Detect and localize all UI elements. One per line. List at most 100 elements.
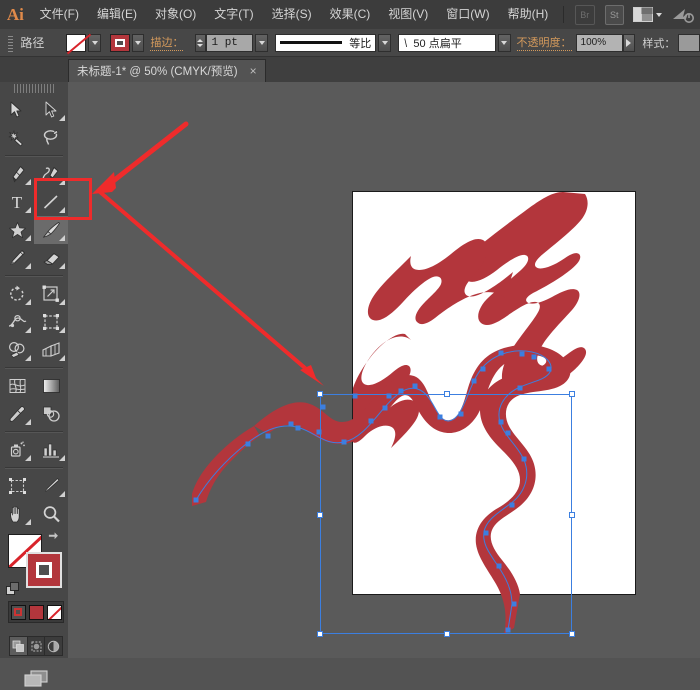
menu-select[interactable]: 选择(S): [263, 0, 321, 29]
menu-edit[interactable]: 编辑(E): [88, 0, 146, 29]
workspace-switcher[interactable]: [633, 7, 662, 22]
free-transform-tool[interactable]: [34, 308, 68, 336]
tool-group-corner-icon: [25, 179, 31, 185]
menu-help[interactable]: 帮助(H): [499, 0, 558, 29]
tool-group-corner-icon: [25, 207, 31, 213]
stroke-dropdown-button[interactable]: [132, 34, 145, 52]
default-fill-stroke-button[interactable]: [6, 582, 21, 597]
rotate-tool[interactable]: [0, 280, 34, 308]
direct-selection-arrow-icon: [43, 101, 59, 119]
tool-group-corner-icon: [59, 491, 65, 497]
pen-tool[interactable]: [0, 160, 34, 188]
tools-divider: [5, 367, 63, 369]
selection-type-label: 路径: [20, 34, 44, 51]
brush-label: 50 点扁平: [413, 35, 461, 51]
tools-divider: [5, 275, 63, 277]
control-bar-grip[interactable]: [8, 34, 13, 52]
pencil-tool[interactable]: [0, 244, 34, 272]
drawing-mode-row: [9, 636, 63, 656]
stroke-swatch-large[interactable]: [26, 552, 62, 588]
draw-behind-icon: [30, 640, 43, 653]
slice-knife-icon: [42, 477, 61, 495]
graphic-style-swatch[interactable]: [678, 34, 700, 52]
menu-type[interactable]: 文字(T): [205, 0, 262, 29]
magic-wand-icon: [8, 129, 26, 147]
zoom-magnifier-icon: [42, 505, 61, 524]
stroke-profile-label: 等比: [349, 35, 371, 51]
opacity-dropdown-button[interactable]: [623, 34, 636, 52]
tool-group-corner-icon: [25, 419, 31, 425]
cc-power-button[interactable]: [672, 5, 694, 25]
type-tool[interactable]: T: [0, 188, 34, 216]
svg-text:T: T: [12, 193, 23, 211]
eraser-tool[interactable]: [34, 244, 68, 272]
brush-dropdown-button[interactable]: [498, 34, 511, 52]
magic-wand-tool[interactable]: [0, 124, 34, 152]
draw-normal-button[interactable]: [10, 637, 28, 655]
tool-group-corner-icon: [59, 455, 65, 461]
menu-file[interactable]: 文件(F): [31, 0, 88, 29]
paintbrush-icon: [41, 221, 61, 239]
symbol-sprayer-tool[interactable]: [0, 436, 34, 464]
document-canvas[interactable]: [68, 82, 700, 658]
swap-arrows-icon: [47, 531, 61, 545]
scale-tool[interactable]: [34, 280, 68, 308]
column-graph-tool[interactable]: [34, 436, 68, 464]
shape-tool[interactable]: [0, 216, 34, 244]
stepper-down-icon: [197, 44, 203, 47]
direct-selection-tool[interactable]: [34, 96, 68, 124]
stroke-weight-input[interactable]: 1 pt: [206, 34, 254, 52]
bridge-button[interactable]: Br: [575, 5, 595, 25]
draw-behind-button[interactable]: [28, 637, 46, 655]
chevron-down-icon: [382, 41, 388, 45]
paintbrush-tool[interactable]: [34, 216, 68, 244]
stroke-color-swatch[interactable]: [110, 34, 130, 52]
stroke-weight-dropdown-button[interactable]: [255, 34, 268, 52]
tool-group-corner-icon: [59, 263, 65, 269]
hand-tool[interactable]: [0, 500, 34, 528]
artboard-tool[interactable]: [0, 472, 34, 500]
draw-inside-button[interactable]: [45, 637, 62, 655]
opacity-input[interactable]: 100%: [576, 34, 623, 52]
stroke-profile-dropdown-button[interactable]: [378, 34, 391, 52]
selection-tool[interactable]: [0, 96, 34, 124]
menu-view[interactable]: 视图(V): [379, 0, 437, 29]
color-button[interactable]: [11, 605, 26, 620]
menu-effect[interactable]: 效果(C): [321, 0, 380, 29]
menu-object[interactable]: 对象(O): [146, 0, 205, 29]
swap-fill-stroke-button[interactable]: [47, 531, 61, 545]
screen-mode-button[interactable]: [22, 668, 50, 690]
eyedropper-tool[interactable]: [0, 400, 34, 428]
stock-button[interactable]: St: [605, 5, 625, 25]
zoom-tool[interactable]: [34, 500, 68, 528]
fill-color-swatch[interactable]: [66, 34, 86, 52]
fill-dropdown-button[interactable]: [88, 34, 101, 52]
close-icon[interactable]: ×: [250, 64, 257, 78]
width-tool[interactable]: [0, 308, 34, 336]
stroke-profile-preview[interactable]: 等比: [275, 34, 376, 52]
blend-tool[interactable]: [34, 400, 68, 428]
stroke-body-tail: [192, 426, 260, 506]
mesh-tool[interactable]: [0, 372, 34, 400]
tools-panel-grip[interactable]: [14, 84, 54, 93]
star-shape-icon: [8, 221, 27, 240]
gradient-tool[interactable]: [34, 372, 68, 400]
slice-tool[interactable]: [34, 472, 68, 500]
perspective-grid-tool[interactable]: [34, 336, 68, 364]
draw-inside-icon: [47, 640, 60, 653]
brush-definition-preview[interactable]: \ 50 点扁平: [398, 34, 496, 52]
type-icon: T: [8, 193, 26, 211]
document-tab-title: 未标题-1* @ 50% (CMYK/预览): [77, 63, 238, 79]
calligraphy-stroke-lower: [192, 345, 570, 634]
menu-window[interactable]: 窗口(W): [437, 0, 498, 29]
gradient-button[interactable]: [29, 605, 44, 620]
document-tab[interactable]: 未标题-1* @ 50% (CMYK/预览) ×: [68, 59, 266, 82]
artwork-lower-selected[interactable]: [68, 82, 700, 658]
tool-group-corner-icon: [59, 327, 65, 333]
none-button[interactable]: [47, 605, 62, 620]
shape-builder-tool[interactable]: [0, 336, 34, 364]
stroke-weight-stepper[interactable]: [195, 34, 205, 52]
tools-divider: [5, 155, 63, 157]
lasso-tool[interactable]: [34, 124, 68, 152]
chevron-down-icon: [656, 13, 662, 17]
